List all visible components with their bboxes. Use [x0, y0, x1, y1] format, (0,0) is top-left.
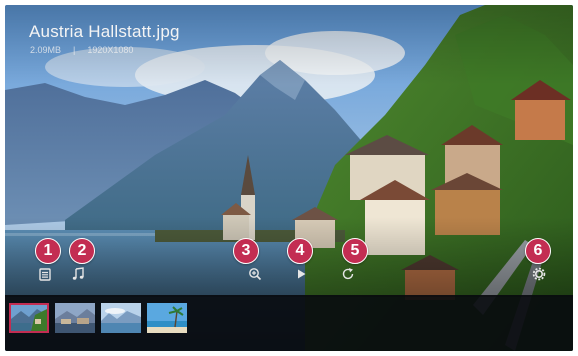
- callout-6: 6: [525, 238, 551, 264]
- file-meta: 2.09MB | 1920X1080: [30, 45, 133, 55]
- thumbnail-4[interactable]: [147, 303, 187, 333]
- settings-button[interactable]: [527, 262, 551, 286]
- rotate-button[interactable]: [336, 262, 360, 286]
- callout-2: 2: [69, 238, 95, 264]
- slideshow-button[interactable]: [289, 262, 313, 286]
- callout-3: 3: [233, 238, 259, 264]
- gear-icon: [532, 267, 546, 281]
- meta-separator: |: [73, 45, 76, 55]
- music-note-icon: [72, 267, 84, 280]
- callout-4: 4: [287, 238, 313, 264]
- thumbnail-3[interactable]: [101, 303, 141, 333]
- list-icon: [39, 267, 51, 281]
- callout-5: 5: [342, 238, 368, 264]
- rotate-icon: [342, 268, 354, 280]
- zoom-button[interactable]: [243, 262, 267, 286]
- callout-1: 1: [35, 238, 61, 264]
- zoom-in-icon: [249, 268, 262, 281]
- play-icon: [298, 269, 306, 279]
- thumbnail-filmstrip: [5, 295, 573, 351]
- file-name: Austria Hallstatt.jpg: [29, 22, 180, 41]
- photo-viewer-screen: Austria Hallstatt.jpg 2.09MB | 1920X1080 1…: [5, 5, 573, 351]
- file-resolution: 1920X1080: [87, 45, 134, 55]
- thumbnail-2[interactable]: [55, 303, 95, 333]
- background-music-button[interactable]: [66, 262, 90, 286]
- thumbnail-1[interactable]: [9, 303, 49, 333]
- file-size: 2.09MB: [30, 45, 62, 55]
- photo-list-button[interactable]: [33, 262, 57, 286]
